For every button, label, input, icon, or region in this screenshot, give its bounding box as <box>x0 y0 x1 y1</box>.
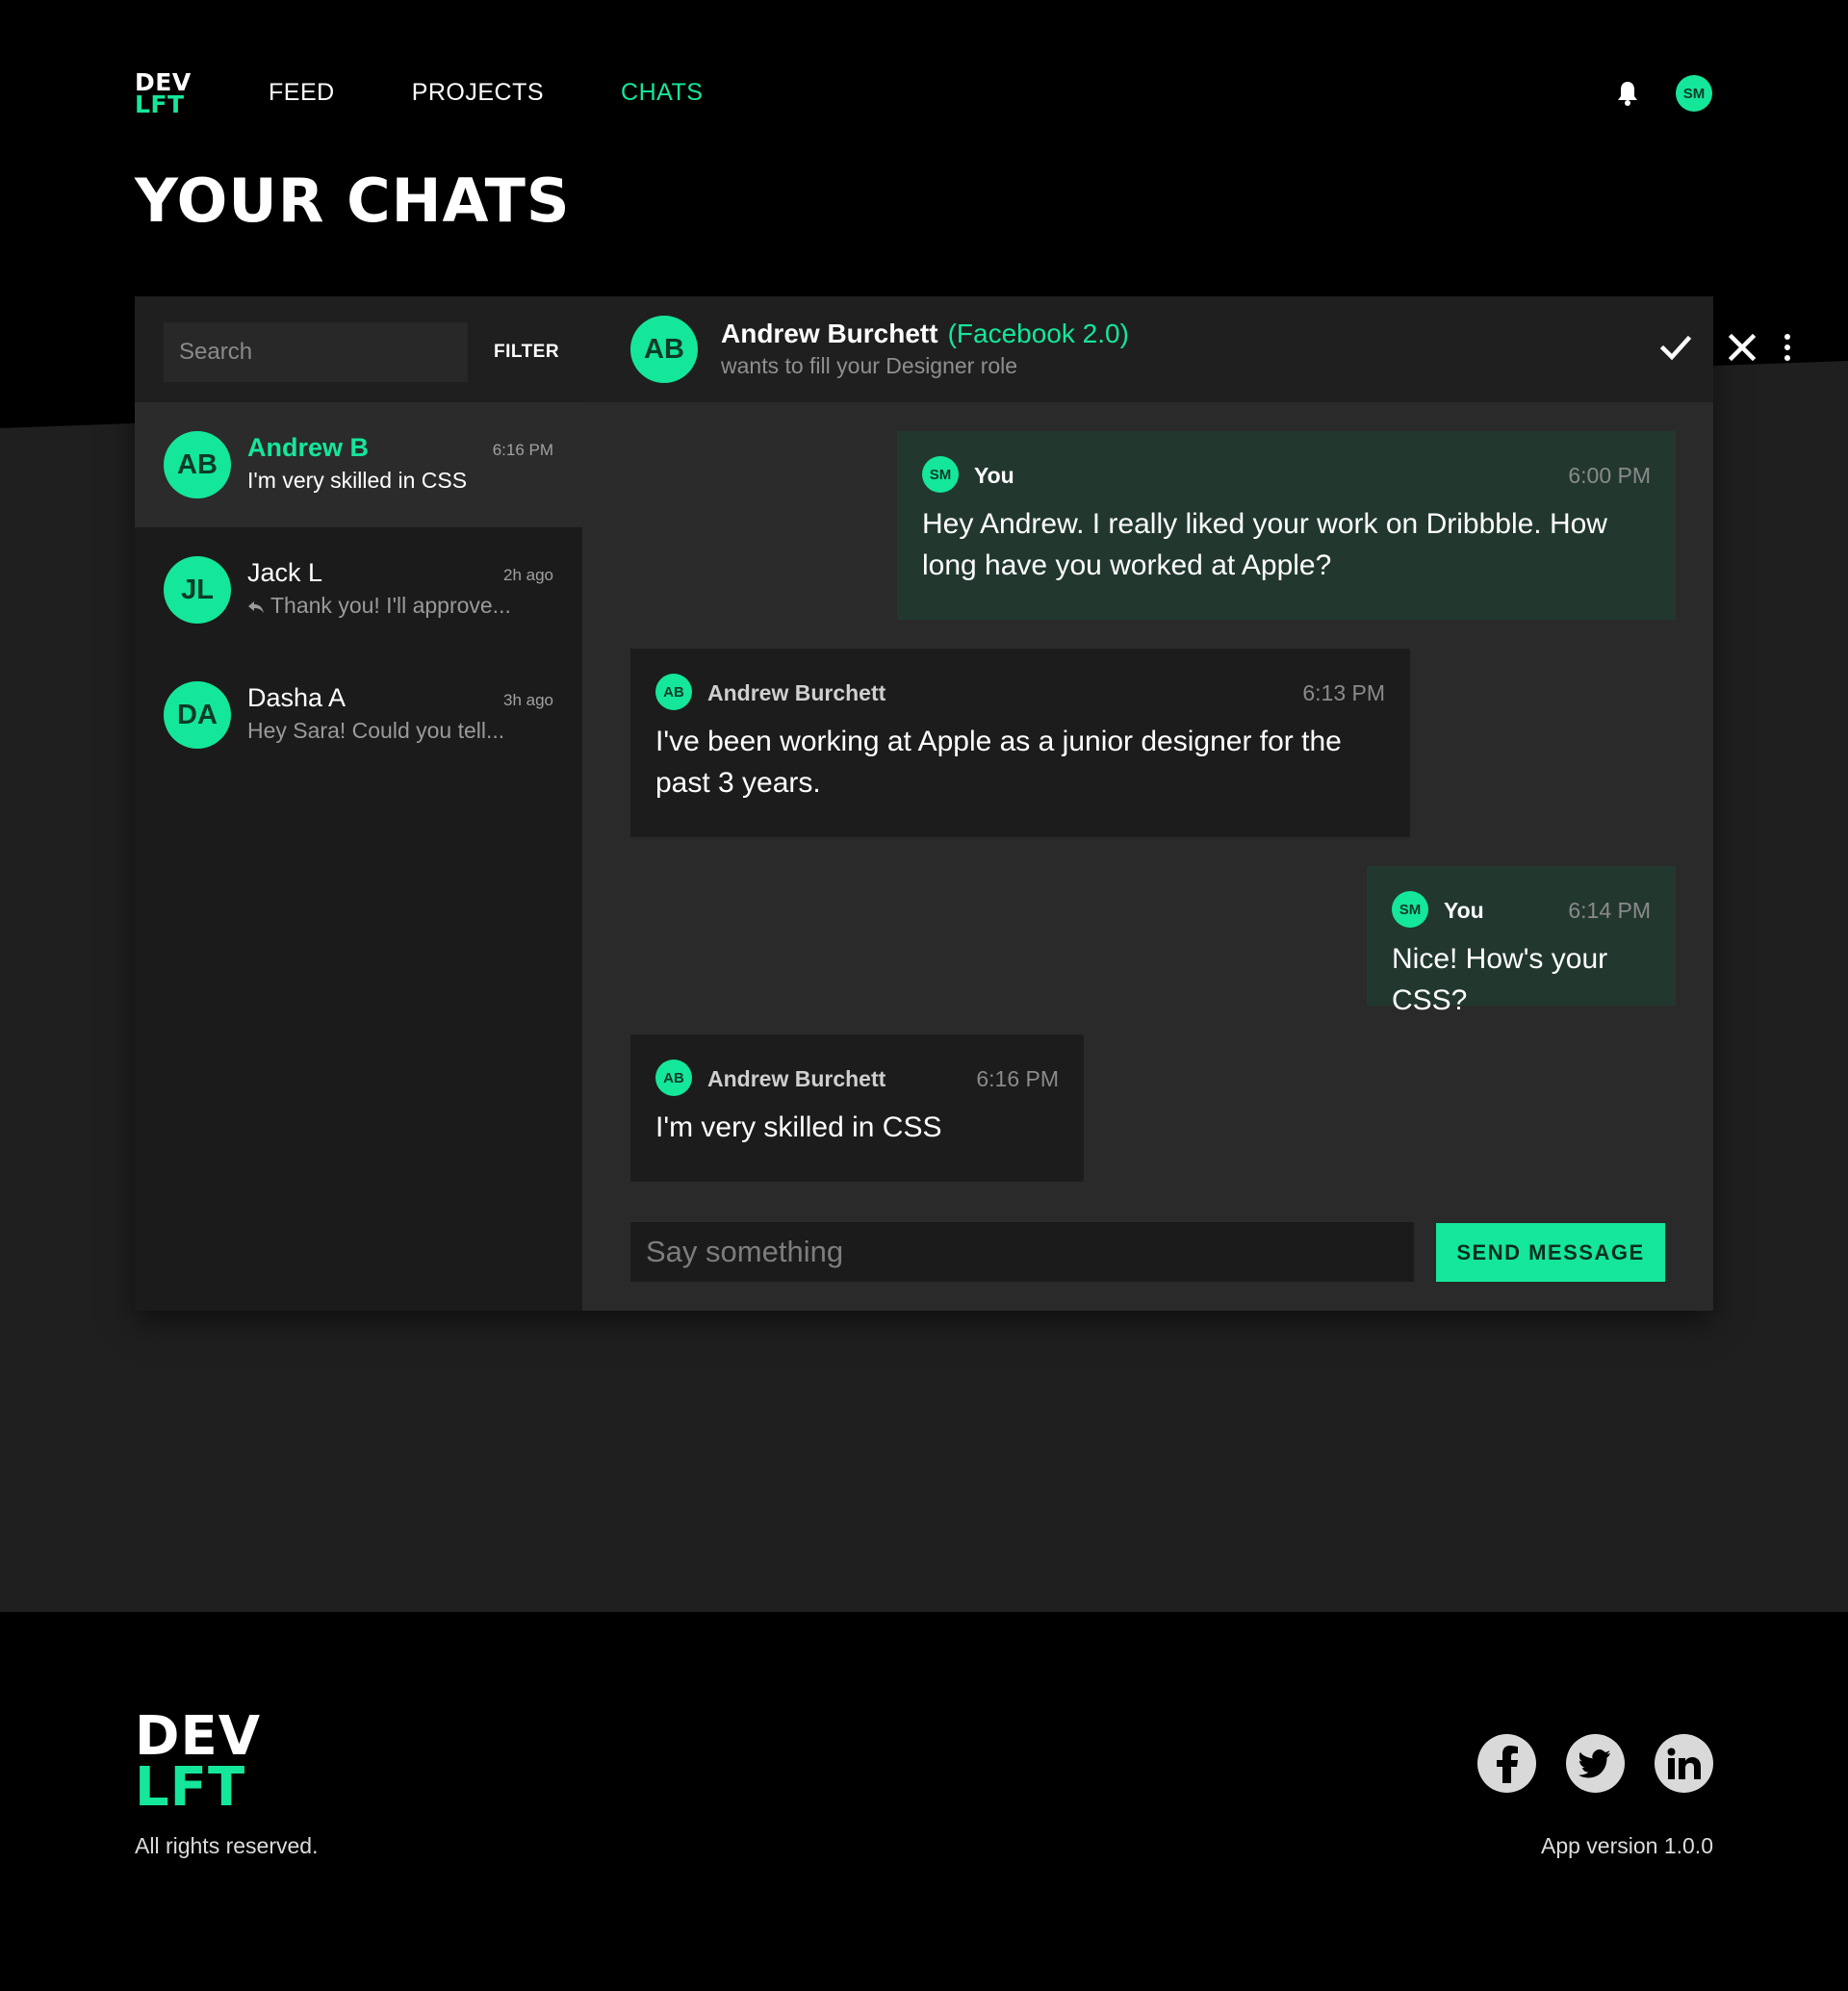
conversation-time: 3h ago <box>503 691 553 709</box>
reply-icon <box>248 600 264 613</box>
conversation-time: 6:16 PM <box>492 441 553 459</box>
contact-avatar[interactable]: AB <box>630 316 698 383</box>
sidebar-header: FILTER <box>135 296 582 402</box>
contact-company: (Facebook 2.0) <box>947 319 1129 348</box>
search-input[interactable] <box>164 322 468 382</box>
avatar: AB <box>655 674 692 710</box>
linkedin-icon[interactable] <box>1655 1734 1713 1793</box>
avatar: JL <box>164 556 231 624</box>
avatar: DA <box>164 681 231 749</box>
filter-button[interactable]: FILTER <box>494 342 559 363</box>
bell-icon[interactable] <box>1615 80 1640 107</box>
copyright-text: All rights reserved. <box>135 1833 319 1858</box>
message-sender: You <box>1444 898 1484 923</box>
message-text: Nice! How's your CSS? <box>1392 943 1608 1016</box>
nav-projects[interactable]: PROJECTS <box>412 79 544 107</box>
message-bubble: SM You 6:14 PM Nice! How's your CSS? <box>1367 866 1676 1016</box>
message-text: I'm very skilled in CSS <box>655 1111 942 1143</box>
close-icon[interactable] <box>1726 331 1758 364</box>
message-sender: You <box>974 463 1014 488</box>
conversation-time: 2h ago <box>503 566 553 584</box>
avatar: AB <box>655 1059 692 1096</box>
conversation-preview-text: Thank you! I'll approve... <box>270 593 511 618</box>
send-message-button[interactable]: SEND MESSAGE <box>1436 1223 1665 1282</box>
conversation-item[interactable]: JL Jack L 2h ago Thank you! I'll approve… <box>135 527 582 652</box>
message-bubble: AB Andrew Burchett 6:13 PM I've been wor… <box>630 649 1410 837</box>
footer-logo[interactable]: DEV LFT <box>135 1710 261 1815</box>
contact-name-line: Andrew Burchett (Facebook 2.0) <box>721 319 1129 349</box>
message-bubble: AB Andrew Burchett 6:16 PM I'm very skil… <box>630 1034 1084 1182</box>
conversation-preview: I'm very skilled in CSS <box>247 468 468 493</box>
conversation-preview: Thank you! I'll approve... <box>247 593 511 619</box>
message-input[interactable] <box>630 1222 1414 1282</box>
message-sender: Andrew Burchett <box>707 1066 886 1091</box>
chat-panel: FILTER AB Andrew B 6:16 PM I'm very skil… <box>135 296 1790 1311</box>
main-nav: FEED PROJECTS CHATS <box>269 79 780 107</box>
message-time: 6:00 PM <box>1568 463 1651 488</box>
conversation-preview: Hey Sara! Could you tell... <box>247 718 505 743</box>
avatar: SM <box>1392 891 1428 928</box>
contact-subtitle: wants to fill your Designer role <box>721 353 1018 378</box>
message-text: I've been working at Apple as a junior d… <box>655 726 1342 799</box>
facebook-icon[interactable] <box>1477 1734 1536 1793</box>
page-title: YOUR CHATS <box>135 166 571 236</box>
nav-feed[interactable]: FEED <box>269 79 335 107</box>
user-avatar[interactable]: SM <box>1676 75 1712 112</box>
more-vertical-icon[interactable] <box>1781 331 1794 364</box>
chat-header: AB Andrew Burchett (Facebook 2.0) wants t… <box>582 296 1790 402</box>
message-time: 6:13 PM <box>1302 680 1385 705</box>
conversation-name: Andrew B <box>247 433 370 462</box>
footer: DEV LFT All rights reserved. App version… <box>0 1612 1848 1991</box>
check-icon[interactable] <box>1659 331 1692 364</box>
contact-name[interactable]: Andrew Burchett <box>721 319 938 348</box>
message-text: Hey Andrew. I really liked your work on … <box>922 508 1607 581</box>
message-bubble: SM You 6:00 PM Hey Andrew. I really like… <box>897 431 1676 620</box>
avatar: AB <box>164 431 231 498</box>
conversation-name: Dasha A <box>247 683 346 712</box>
message-time: 6:16 PM <box>976 1066 1059 1091</box>
app-logo[interactable]: DEV LFT <box>135 70 192 116</box>
conversation-item[interactable]: DA Dasha A 3h ago Hey Sara! Could you te… <box>135 652 582 778</box>
chat-main: AB Andrew Burchett (Facebook 2.0) wants t… <box>582 296 1790 1311</box>
twitter-icon[interactable] <box>1566 1734 1625 1793</box>
nav-chats[interactable]: CHATS <box>621 79 703 107</box>
avatar: SM <box>922 456 959 493</box>
message-sender: Andrew Burchett <box>707 680 886 705</box>
conversation-sidebar: FILTER AB Andrew B 6:16 PM I'm very skil… <box>135 296 582 1311</box>
message-time: 6:14 PM <box>1568 898 1651 923</box>
app-version: App version 1.0.0 <box>1540 1833 1713 1858</box>
conversation-item[interactable]: AB Andrew B 6:16 PM I'm very skilled in … <box>135 402 582 527</box>
conversation-name: Jack L <box>247 558 323 587</box>
